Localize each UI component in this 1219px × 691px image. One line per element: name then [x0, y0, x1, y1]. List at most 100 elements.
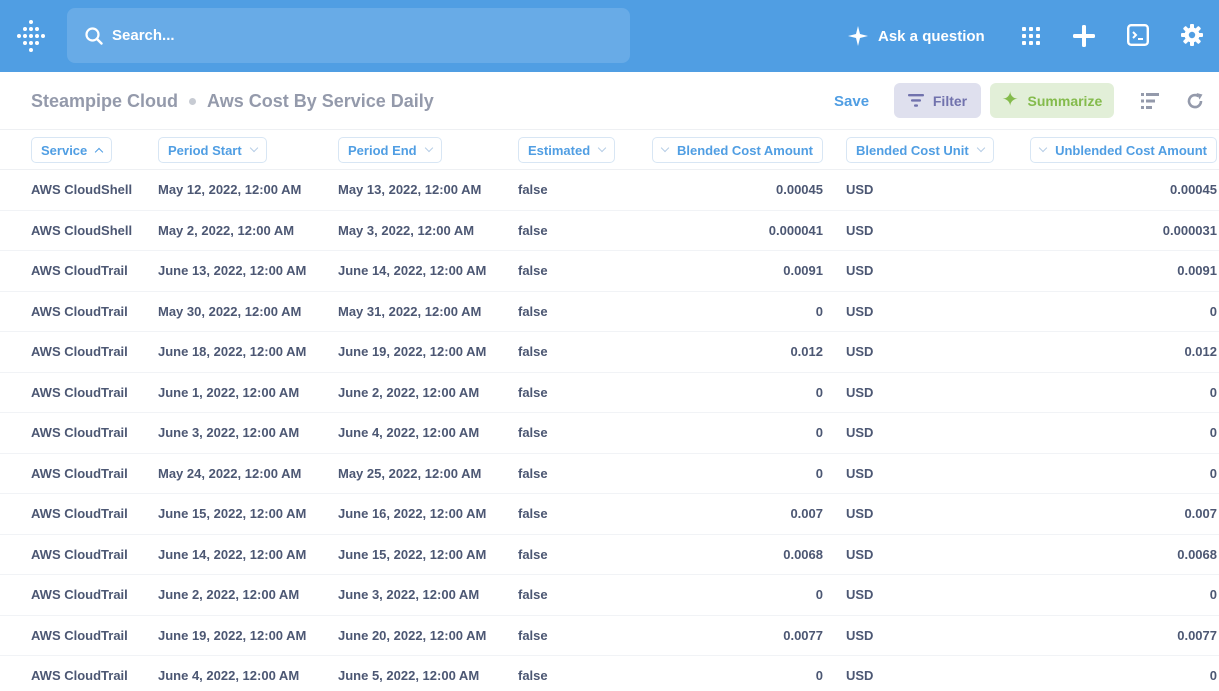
cell-period-start[interactable]: June 15, 2022, 12:00 AM: [158, 494, 306, 534]
table-row[interactable]: AWS CloudTrail June 3, 2022, 12:00 AM June…: [0, 413, 1219, 454]
cell-blended-cost-amount[interactable]: 0.0077: [783, 616, 823, 656]
cell-period-end[interactable]: June 5, 2022, 12:00 AM: [338, 656, 479, 691]
cell-blended-cost-unit[interactable]: USD: [846, 413, 873, 453]
cell-blended-cost-unit[interactable]: USD: [846, 656, 873, 691]
cell-service[interactable]: AWS CloudTrail: [31, 454, 128, 494]
column-header-blended-cost-amount[interactable]: Blended Cost Amount: [651, 137, 823, 163]
cell-period-start[interactable]: May 30, 2022, 12:00 AM: [158, 292, 301, 332]
cell-service[interactable]: AWS CloudTrail: [31, 575, 128, 615]
cell-period-end[interactable]: June 20, 2022, 12:00 AM: [338, 616, 486, 656]
cell-period-end[interactable]: June 19, 2022, 12:00 AM: [338, 332, 486, 372]
cell-blended-cost-amount[interactable]: 0: [816, 413, 823, 453]
cell-blended-cost-amount[interactable]: 0: [816, 373, 823, 413]
save-button[interactable]: Save: [834, 93, 869, 110]
cell-blended-cost-unit[interactable]: USD: [846, 575, 873, 615]
cell-blended-cost-unit[interactable]: USD: [846, 454, 873, 494]
cell-service[interactable]: AWS CloudTrail: [31, 494, 128, 534]
cell-blended-cost-unit[interactable]: USD: [846, 170, 873, 210]
cell-period-end[interactable]: June 16, 2022, 12:00 AM: [338, 494, 486, 534]
cell-blended-cost-amount[interactable]: 0: [816, 454, 823, 494]
cell-unblended-cost-amount[interactable]: 0: [1210, 373, 1217, 413]
cell-unblended-cost-amount[interactable]: 0.0068: [1177, 535, 1217, 575]
cell-period-start[interactable]: June 1, 2022, 12:00 AM: [158, 373, 299, 413]
cell-blended-cost-unit[interactable]: USD: [846, 292, 873, 332]
cell-blended-cost-amount[interactable]: 0: [816, 575, 823, 615]
cell-service[interactable]: AWS CloudTrail: [31, 656, 128, 691]
cell-period-start[interactable]: May 12, 2022, 12:00 AM: [158, 170, 301, 210]
cell-service[interactable]: AWS CloudTrail: [31, 292, 128, 332]
cell-blended-cost-amount[interactable]: 0.000041: [769, 211, 823, 251]
cell-estimated[interactable]: false: [518, 494, 548, 534]
cell-period-end[interactable]: June 14, 2022, 12:00 AM: [338, 251, 486, 291]
cell-blended-cost-amount[interactable]: 0.012: [790, 332, 823, 372]
breadcrumb-table[interactable]: Aws Cost By Service Daily: [207, 91, 434, 112]
cell-unblended-cost-amount[interactable]: 0.007: [1184, 494, 1217, 534]
filter-button[interactable]: Filter: [894, 83, 981, 118]
cell-period-end[interactable]: June 15, 2022, 12:00 AM: [338, 535, 486, 575]
cell-blended-cost-unit[interactable]: USD: [846, 535, 873, 575]
cell-period-start[interactable]: June 3, 2022, 12:00 AM: [158, 413, 299, 453]
cell-estimated[interactable]: false: [518, 211, 548, 251]
cell-service[interactable]: AWS CloudShell: [31, 170, 132, 210]
cell-period-start[interactable]: June 4, 2022, 12:00 AM: [158, 656, 299, 691]
cell-period-end[interactable]: May 31, 2022, 12:00 AM: [338, 292, 481, 332]
cell-blended-cost-unit[interactable]: USD: [846, 616, 873, 656]
cell-blended-cost-amount[interactable]: 0: [816, 656, 823, 691]
table-row[interactable]: AWS CloudTrail June 18, 2022, 12:00 AM Jun…: [0, 332, 1219, 373]
column-header-period-end[interactable]: Period End: [338, 137, 442, 163]
summarize-button[interactable]: ✦ Summarize: [990, 83, 1114, 118]
cell-service[interactable]: AWS CloudTrail: [31, 616, 128, 656]
metabase-logo-icon[interactable]: [16, 20, 46, 52]
cell-estimated[interactable]: false: [518, 656, 548, 691]
cell-estimated[interactable]: false: [518, 373, 548, 413]
grid-apps-icon[interactable]: [1022, 27, 1040, 45]
column-header-unblended-cost-amount[interactable]: Unblended Cost Amount: [1030, 137, 1217, 163]
cell-blended-cost-amount[interactable]: 0.007: [790, 494, 823, 534]
table-row[interactable]: AWS CloudTrail June 1, 2022, 12:00 AM June…: [0, 373, 1219, 413]
table-row[interactable]: AWS CloudTrail May 30, 2022, 12:00 AM May …: [0, 292, 1219, 332]
cell-blended-cost-unit[interactable]: USD: [846, 251, 873, 291]
column-header-period-start[interactable]: Period Start: [158, 137, 267, 163]
cell-period-end[interactable]: May 13, 2022, 12:00 AM: [338, 170, 481, 210]
cell-period-start[interactable]: May 2, 2022, 12:00 AM: [158, 211, 294, 251]
cell-estimated[interactable]: false: [518, 616, 548, 656]
cell-period-end[interactable]: June 4, 2022, 12:00 AM: [338, 413, 479, 453]
cell-period-end[interactable]: June 2, 2022, 12:00 AM: [338, 373, 479, 413]
cell-unblended-cost-amount[interactable]: 0.0091: [1177, 251, 1217, 291]
table-row[interactable]: AWS CloudTrail June 15, 2022, 12:00 AM Jun…: [0, 494, 1219, 535]
cell-blended-cost-amount[interactable]: 0.00045: [776, 170, 823, 210]
cell-service[interactable]: AWS CloudTrail: [31, 251, 128, 291]
cell-unblended-cost-amount[interactable]: 0.0077: [1177, 616, 1217, 656]
cell-service[interactable]: AWS CloudShell: [31, 211, 132, 251]
cell-service[interactable]: AWS CloudTrail: [31, 535, 128, 575]
cell-period-end[interactable]: May 3, 2022, 12:00 AM: [338, 211, 474, 251]
column-header-service[interactable]: Service: [31, 137, 113, 163]
cell-estimated[interactable]: false: [518, 535, 548, 575]
terminal-icon[interactable]: [1127, 24, 1149, 46]
table-row[interactable]: AWS CloudShell May 12, 2022, 12:00 AM May …: [0, 170, 1219, 211]
cell-unblended-cost-amount[interactable]: 0: [1210, 413, 1217, 453]
table-row[interactable]: AWS CloudShell May 2, 2022, 12:00 AM May 3…: [0, 211, 1219, 251]
cell-estimated[interactable]: false: [518, 332, 548, 372]
cell-service[interactable]: AWS CloudTrail: [31, 373, 128, 413]
column-header-estimated[interactable]: Estimated: [518, 137, 616, 163]
cell-service[interactable]: AWS CloudTrail: [31, 332, 128, 372]
cell-blended-cost-amount[interactable]: 0: [816, 292, 823, 332]
cell-estimated[interactable]: false: [518, 292, 548, 332]
cell-period-start[interactable]: June 18, 2022, 12:00 AM: [158, 332, 306, 372]
cell-period-start[interactable]: June 13, 2022, 12:00 AM: [158, 251, 306, 291]
cell-blended-cost-unit[interactable]: USD: [846, 332, 873, 372]
cell-blended-cost-unit[interactable]: USD: [846, 211, 873, 251]
cell-service[interactable]: AWS CloudTrail: [31, 413, 128, 453]
table-row[interactable]: AWS CloudTrail June 19, 2022, 12:00 AM Jun…: [0, 616, 1219, 656]
gear-icon[interactable]: [1181, 24, 1203, 46]
cell-unblended-cost-amount[interactable]: 0.00045: [1170, 170, 1217, 210]
cell-period-end[interactable]: May 25, 2022, 12:00 AM: [338, 454, 481, 494]
column-header-blended-cost-unit[interactable]: Blended Cost Unit: [846, 137, 994, 163]
cell-unblended-cost-amount[interactable]: 0.012: [1184, 332, 1217, 372]
plus-icon[interactable]: [1073, 25, 1095, 47]
search-input[interactable]: Search...: [67, 8, 630, 63]
cell-estimated[interactable]: false: [518, 413, 548, 453]
cell-unblended-cost-amount[interactable]: 0: [1210, 575, 1217, 615]
cell-period-end[interactable]: June 3, 2022, 12:00 AM: [338, 575, 479, 615]
